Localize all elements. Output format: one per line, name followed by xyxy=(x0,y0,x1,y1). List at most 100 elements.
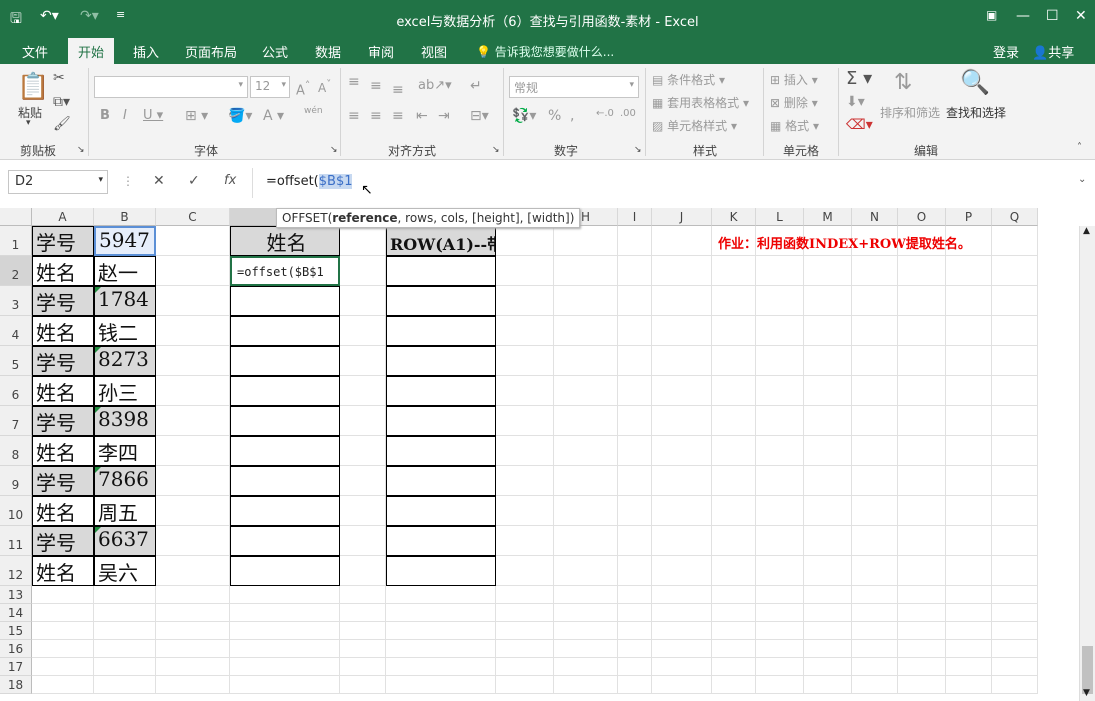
cell[interactable] xyxy=(756,316,804,346)
cell[interactable] xyxy=(230,316,340,346)
cell[interactable] xyxy=(712,604,756,622)
cell[interactable] xyxy=(898,286,946,316)
row-header-9[interactable]: 9 xyxy=(0,466,32,496)
insert-function-icon[interactable]: fx xyxy=(224,173,236,188)
row-header-17[interactable]: 17 xyxy=(0,658,32,676)
cell[interactable] xyxy=(756,466,804,496)
cell[interactable] xyxy=(804,466,852,496)
cell[interactable] xyxy=(618,346,652,376)
cell[interactable]: 姓名 xyxy=(32,256,94,286)
column-header-J[interactable]: J xyxy=(652,208,712,226)
cell[interactable] xyxy=(156,376,230,406)
row-header-6[interactable]: 6 xyxy=(0,376,32,406)
cell[interactable] xyxy=(898,604,946,622)
cell[interactable] xyxy=(804,316,852,346)
cell[interactable] xyxy=(712,496,756,526)
cell[interactable] xyxy=(554,658,618,676)
cell[interactable] xyxy=(756,622,804,640)
cell[interactable] xyxy=(386,658,496,676)
cell[interactable] xyxy=(652,640,712,658)
cell[interactable] xyxy=(756,586,804,604)
cell[interactable] xyxy=(554,496,618,526)
cell[interactable] xyxy=(898,586,946,604)
row-header-16[interactable]: 16 xyxy=(0,640,32,658)
cell[interactable] xyxy=(386,622,496,640)
cell[interactable] xyxy=(852,286,898,316)
cell[interactable]: 姓名 xyxy=(32,376,94,406)
cell[interactable]: 姓名 xyxy=(32,436,94,466)
cell[interactable] xyxy=(554,286,618,316)
cell[interactable] xyxy=(496,604,554,622)
align-right-icon[interactable]: ≡ xyxy=(392,108,404,124)
cell[interactable] xyxy=(946,466,992,496)
column-header-M[interactable]: M xyxy=(804,208,852,226)
comma-style-icon[interactable]: , xyxy=(570,108,574,124)
conditional-format-button[interactable]: ▤ 条件格式 ▾ xyxy=(652,71,725,88)
font-launcher-icon[interactable]: ↘ xyxy=(330,145,338,155)
cell[interactable] xyxy=(554,316,618,346)
cell[interactable] xyxy=(712,526,756,556)
row-header-1[interactable]: 1 xyxy=(0,226,32,256)
column-header-C[interactable]: C xyxy=(156,208,230,226)
cell[interactable] xyxy=(712,586,756,604)
cell[interactable] xyxy=(554,346,618,376)
column-header-P[interactable]: P xyxy=(946,208,992,226)
cell[interactable] xyxy=(496,376,554,406)
cell[interactable] xyxy=(804,622,852,640)
underline-icon[interactable]: U ▾ xyxy=(143,108,163,123)
cell[interactable] xyxy=(712,658,756,676)
format-painter-icon[interactable]: 🖌 xyxy=(53,116,71,132)
cell[interactable] xyxy=(898,316,946,346)
cell[interactable] xyxy=(554,640,618,658)
cell[interactable] xyxy=(992,406,1038,436)
cell[interactable] xyxy=(386,526,496,556)
cell[interactable] xyxy=(94,640,156,658)
cell[interactable]: 姓名 xyxy=(32,316,94,346)
row-header-3[interactable]: 3 xyxy=(0,286,32,316)
cell[interactable] xyxy=(992,622,1038,640)
cell[interactable] xyxy=(852,316,898,346)
formula-input[interactable]: =offset($B$1 xyxy=(266,174,353,189)
cell[interactable]: 8273 xyxy=(94,346,156,376)
cell[interactable] xyxy=(652,496,712,526)
cell[interactable] xyxy=(618,406,652,436)
column-header-L[interactable]: L xyxy=(756,208,804,226)
cell[interactable]: 学号 xyxy=(32,286,94,316)
cell[interactable] xyxy=(94,586,156,604)
cell[interactable] xyxy=(340,640,386,658)
cell[interactable] xyxy=(992,496,1038,526)
cell[interactable] xyxy=(756,256,804,286)
cell[interactable] xyxy=(712,346,756,376)
cell[interactable] xyxy=(386,316,496,346)
cell[interactable] xyxy=(756,496,804,526)
cell[interactable] xyxy=(898,496,946,526)
cell[interactable] xyxy=(852,406,898,436)
cell[interactable] xyxy=(618,640,652,658)
cell[interactable] xyxy=(618,556,652,586)
cell[interactable] xyxy=(32,622,94,640)
align-top-icon[interactable]: ≡ xyxy=(348,74,360,90)
cell[interactable] xyxy=(652,586,712,604)
cell[interactable] xyxy=(386,256,496,286)
cell[interactable] xyxy=(554,466,618,496)
cell[interactable] xyxy=(804,256,852,286)
cell[interactable] xyxy=(992,466,1038,496)
cell[interactable] xyxy=(946,556,992,586)
format-as-table-button[interactable]: ▦ 套用表格格式 ▾ xyxy=(652,94,749,111)
cell[interactable] xyxy=(32,586,94,604)
cell[interactable] xyxy=(340,376,386,406)
row-header-4[interactable]: 4 xyxy=(0,316,32,346)
cell[interactable] xyxy=(652,526,712,556)
cell[interactable] xyxy=(340,436,386,466)
cell[interactable] xyxy=(340,466,386,496)
cell[interactable]: 李四 xyxy=(94,436,156,466)
cell[interactable] xyxy=(496,286,554,316)
borders-icon[interactable]: ⊞ ▾ xyxy=(185,108,208,124)
cell[interactable]: 姓名 xyxy=(32,496,94,526)
cell[interactable] xyxy=(618,622,652,640)
cell[interactable] xyxy=(618,466,652,496)
cell[interactable] xyxy=(992,346,1038,376)
cell[interactable] xyxy=(618,526,652,556)
cell[interactable] xyxy=(898,376,946,406)
cell[interactable] xyxy=(652,556,712,586)
